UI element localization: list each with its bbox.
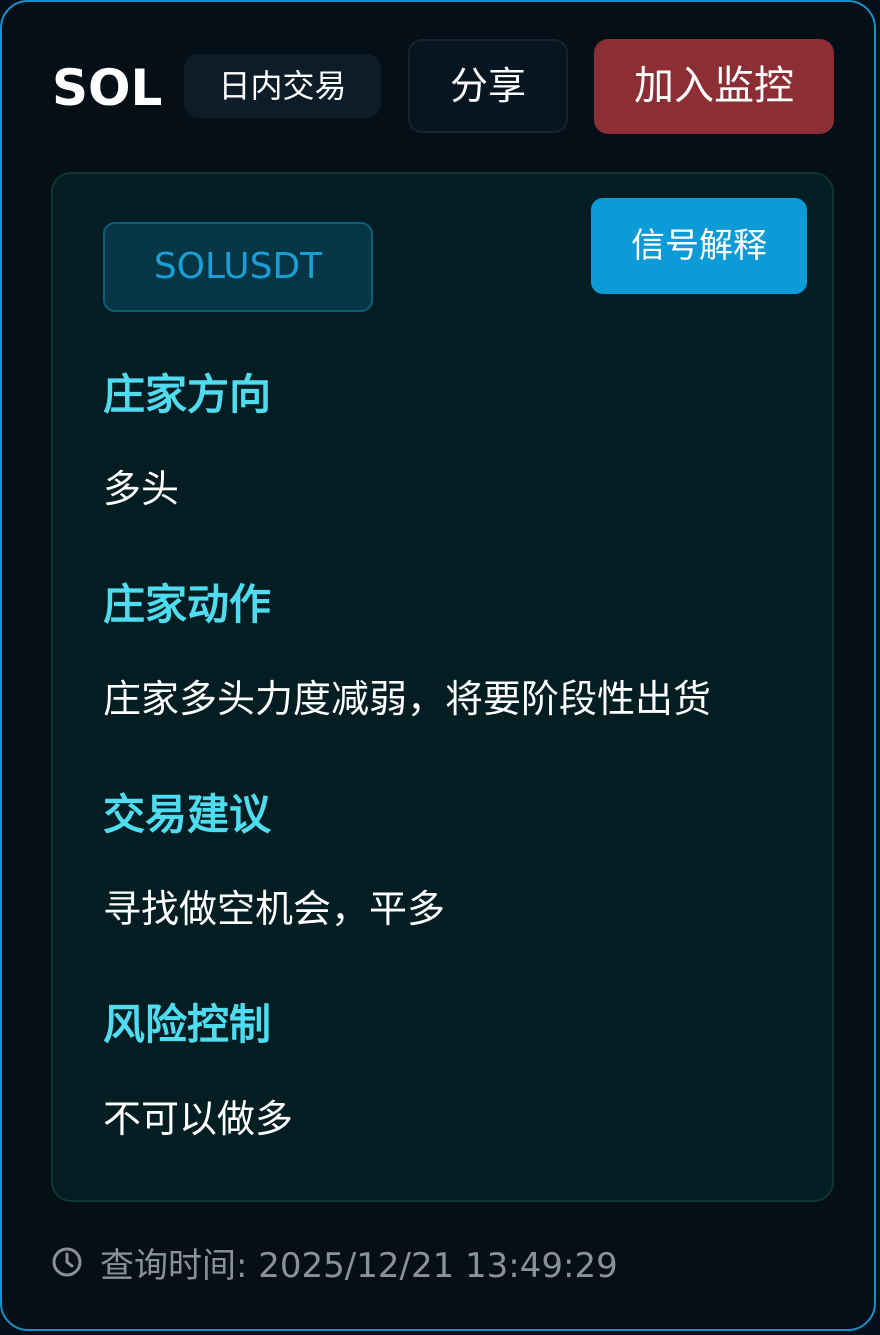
section-value-direction: 多头 <box>103 467 180 511</box>
section-title-direction: 庄家方向 <box>103 370 272 419</box>
trading-pair-tag: SOLUSDT <box>103 222 373 312</box>
card-header: SOL 日内交易 分享 加入监控 <box>2 2 874 152</box>
signal-card: SOL 日内交易 分享 加入监控 SOLUSDT 信号解释 庄家方向 多头 庄家… <box>0 0 876 1331</box>
signal-panel: SOLUSDT 信号解释 庄家方向 多头 庄家动作 庄家多头力度减弱，将要阶段性… <box>51 172 834 1202</box>
share-button[interactable]: 分享 <box>408 39 568 133</box>
section-title-risk: 风险控制 <box>103 1000 272 1049</box>
section-title-action: 庄家动作 <box>103 580 272 629</box>
section-value-action: 庄家多头力度减弱，将要阶段性出货 <box>103 677 712 721</box>
signal-explain-button[interactable]: 信号解释 <box>591 198 807 294</box>
section-title-advice: 交易建议 <box>103 790 272 839</box>
section-value-risk: 不可以做多 <box>103 1097 294 1141</box>
symbol-title: SOL <box>52 59 163 117</box>
add-monitor-button[interactable]: 加入监控 <box>594 39 834 134</box>
query-time-text: 查询时间: 2025/12/21 13:49:29 <box>100 1245 618 1286</box>
query-time-footer: 查询时间: 2025/12/21 13:49:29 <box>52 1240 618 1286</box>
section-value-advice: 寻找做空机会，平多 <box>103 887 446 931</box>
clock-icon <box>52 1247 82 1277</box>
trade-mode-badge: 日内交易 <box>184 54 381 118</box>
